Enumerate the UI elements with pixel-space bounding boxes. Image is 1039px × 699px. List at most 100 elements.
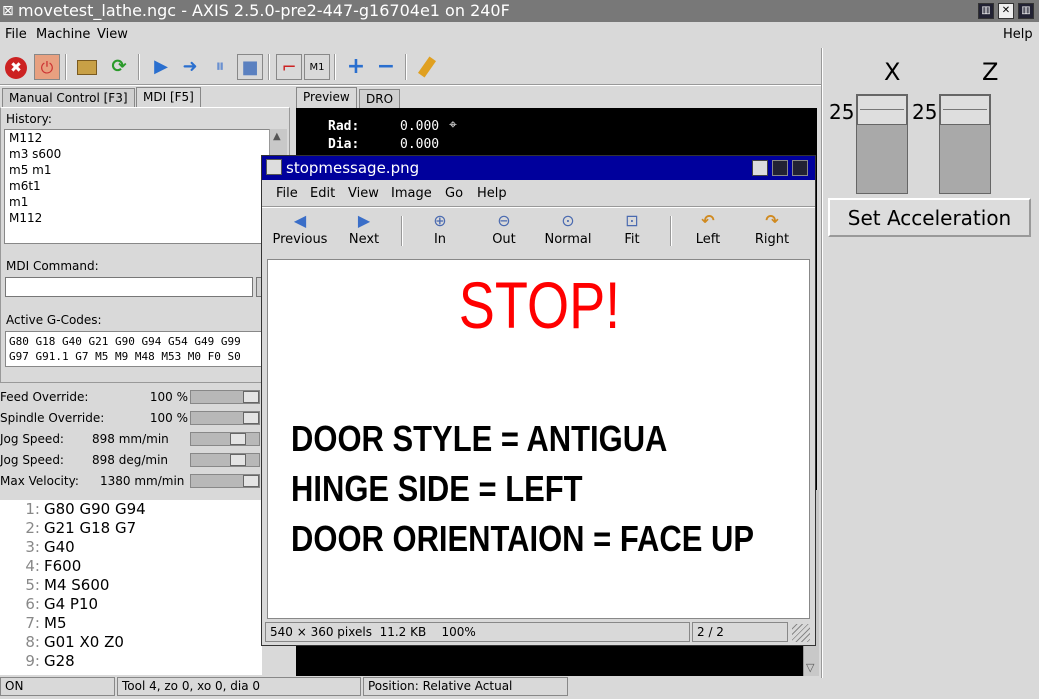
viewer-titlebar[interactable]: stopmessage.png xyxy=(262,156,815,180)
viewer-menu-help[interactable]: Help xyxy=(477,186,507,201)
power-button[interactable]: ⏻ xyxy=(34,54,60,80)
open-file-button[interactable] xyxy=(74,54,100,80)
jog-speed-slider[interactable] xyxy=(190,432,260,446)
viewer-iconify-icon[interactable] xyxy=(772,160,788,176)
x-axis-label: X xyxy=(884,58,901,86)
gcode-line-number: 3: xyxy=(25,538,40,556)
zoom-out-button[interactable]: − xyxy=(373,54,399,80)
list-item[interactable]: M112 xyxy=(5,130,286,146)
gcode-line-text: M4 S600 xyxy=(44,576,110,594)
viewer-menu-edit[interactable]: Edit xyxy=(310,186,335,201)
mdi-command-input[interactable] xyxy=(5,277,253,297)
z-axis-label: Z xyxy=(982,58,999,86)
step-button[interactable]: ➜ xyxy=(177,54,203,80)
zoom-out-button[interactable]: ⊖ Out xyxy=(472,212,536,248)
gcode-line[interactable]: 1: G80 G90 G94 xyxy=(0,500,262,519)
toolbar-separator xyxy=(405,54,407,80)
resize-grip-icon[interactable] xyxy=(792,624,810,642)
gcode-line[interactable]: 7: M5 xyxy=(0,614,262,633)
viewer-maximize-icon[interactable] xyxy=(792,160,808,176)
slider-knob[interactable] xyxy=(230,454,246,466)
gcode-line[interactable]: 6: G4 P10 xyxy=(0,595,262,614)
zoom-out-label: Out xyxy=(492,232,516,247)
zoom-fit-button[interactable]: ⊡ Fit xyxy=(600,212,664,248)
feed-override-value: 100 % xyxy=(149,390,188,404)
list-item[interactable]: m3 s600 xyxy=(5,146,286,162)
gcode-line[interactable]: 9: G28 xyxy=(0,652,262,671)
menu-view[interactable]: View xyxy=(97,27,128,42)
set-acceleration-button[interactable]: Set Acceleration xyxy=(828,198,1031,237)
zoom-in-button[interactable]: ⊕ In xyxy=(408,212,472,248)
slider-knob[interactable] xyxy=(940,95,990,125)
rad-value: 0.000 xyxy=(400,119,440,134)
zoom-in-button[interactable]: + xyxy=(343,54,369,80)
run-icon: ▶ xyxy=(154,56,168,77)
feed-override-slider[interactable] xyxy=(190,390,260,404)
gcode-listing[interactable]: 1: G80 G90 G94 2: G21 G18 G7 3: G40 4: F600 5: M4… xyxy=(0,500,262,675)
window-menu-icon[interactable]: ⊠ xyxy=(2,3,14,19)
viewer-zoom-icon[interactable] xyxy=(752,160,768,176)
maximize-window-button[interactable]: ▥ xyxy=(1018,3,1034,19)
folder-icon xyxy=(77,60,97,75)
slider-knob[interactable] xyxy=(857,95,907,125)
estop-button[interactable]: ✖ xyxy=(3,54,29,80)
toolbar-separator xyxy=(268,54,270,80)
tab-dro[interactable]: DRO xyxy=(359,89,401,109)
list-item[interactable]: m5 m1 xyxy=(5,162,286,178)
image-viewer-window[interactable]: stopmessage.png File Edit View Image Go … xyxy=(261,155,816,646)
scroll-up-icon[interactable]: ▲ xyxy=(273,131,281,142)
iconify-icon[interactable]: ▥ xyxy=(978,3,994,19)
run-button[interactable]: ▶ xyxy=(148,54,174,80)
list-item[interactable]: m6t1 xyxy=(5,178,286,194)
optional-stop-button[interactable]: M1 xyxy=(304,54,330,80)
angular-jog-speed-slider[interactable] xyxy=(190,453,260,467)
menu-file[interactable]: File xyxy=(5,27,27,42)
previous-button[interactable]: ◀ Previous xyxy=(268,212,332,248)
viewer-toolbar-separator xyxy=(670,216,672,246)
slider-knob[interactable] xyxy=(243,412,259,424)
dro-display: Rad: 0.000 ⌖ Dia: 0.000 xyxy=(296,108,817,156)
x-accel-slider[interactable] xyxy=(856,94,908,194)
reload-button[interactable]: ⟳ xyxy=(106,54,132,80)
viewer-menu-go[interactable]: Go xyxy=(445,186,463,201)
main-titlebar[interactable]: ⊠ movetest_lathe.ngc - AXIS 2.5.0-pre2-4… xyxy=(0,0,1039,22)
list-item[interactable]: M112 xyxy=(5,210,286,226)
gcode-line[interactable]: 4: F600 xyxy=(0,557,262,576)
zoom-normal-button[interactable]: ⊙ Normal xyxy=(536,212,600,248)
pause-button[interactable]: ⏸ xyxy=(207,54,233,80)
viewer-window-menu-icon[interactable] xyxy=(266,159,282,175)
rotate-left-button[interactable]: ↶ Left xyxy=(676,212,740,248)
max-velocity-slider[interactable] xyxy=(190,474,260,488)
history-list[interactable]: M112 m3 s600 m5 m1 m6t1 m1 M112 xyxy=(4,129,287,244)
close-window-button[interactable]: ✕ xyxy=(998,3,1014,19)
tab-mdi[interactable]: MDI [F5] xyxy=(136,87,201,108)
gcode-line[interactable]: 5: M4 S600 xyxy=(0,576,262,595)
next-button[interactable]: ▶ Next xyxy=(332,212,396,248)
z-accel-slider[interactable] xyxy=(939,94,991,194)
slider-knob[interactable] xyxy=(243,475,259,487)
viewer-menu-image[interactable]: Image xyxy=(391,186,432,201)
history-label: History: xyxy=(6,112,52,126)
gcode-line[interactable]: 3: G40 xyxy=(0,538,262,557)
image-canvas[interactable]: STOP! DOOR STYLE = ANTIGUA HINGE SIDE = … xyxy=(267,259,810,619)
x-accel-value: 25 xyxy=(829,100,855,124)
scroll-down-icon[interactable]: ▽ xyxy=(806,661,814,674)
menu-help[interactable]: Help xyxy=(1003,27,1033,42)
zoom-fit-icon: ⊡ xyxy=(625,211,639,230)
status-tool: Tool 4, zo 0, xo 0, dia 0 xyxy=(117,677,361,696)
gcode-line[interactable]: 8: G01 X0 Z0 xyxy=(0,633,262,652)
stop-program-button[interactable]: ■ xyxy=(237,54,263,80)
clear-live-plot-button[interactable] xyxy=(414,54,440,80)
viewer-menu-file[interactable]: File xyxy=(276,186,298,201)
slider-knob[interactable] xyxy=(230,433,246,445)
rotate-right-button[interactable]: ↷ Right xyxy=(740,212,804,248)
viewer-menu-view[interactable]: View xyxy=(348,186,379,201)
spindle-override-slider[interactable] xyxy=(190,411,260,425)
toggle-display-button[interactable]: ⌐ xyxy=(276,54,302,80)
gcode-line[interactable]: 2: G21 G18 G7 xyxy=(0,519,262,538)
tab-preview[interactable]: Preview xyxy=(296,87,357,108)
tab-manual-control[interactable]: Manual Control [F3] xyxy=(2,88,135,108)
slider-knob[interactable] xyxy=(243,391,259,403)
menu-machine[interactable]: Machine xyxy=(36,27,90,42)
list-item[interactable]: m1 xyxy=(5,194,286,210)
